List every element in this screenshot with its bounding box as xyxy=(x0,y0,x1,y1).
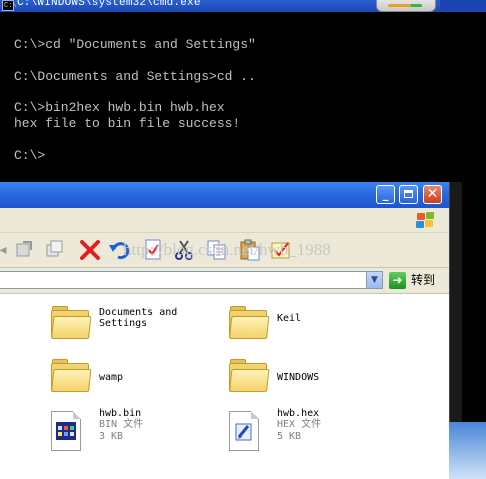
list-item[interactable]: hwb.hex HEX 文件 5 KB xyxy=(228,407,378,455)
item-type: BIN 文件 xyxy=(99,419,144,430)
bin-file-icon xyxy=(51,411,81,451)
folder-icon xyxy=(228,357,270,392)
undo-icon[interactable] xyxy=(108,239,130,261)
go-arrow-icon: ➜ xyxy=(389,272,406,289)
indicator-segment xyxy=(410,4,422,7)
taskbar-indicator xyxy=(376,0,436,12)
logo-pane xyxy=(426,212,434,219)
properties-icon[interactable] xyxy=(142,239,164,261)
folder-icon xyxy=(50,357,92,392)
hex-file-icon xyxy=(229,411,259,451)
chevron-down-icon: ▼ xyxy=(371,275,378,285)
console-line: C:\>bin2hex hwb.bin hwb.hex xyxy=(14,100,225,115)
item-name: WINDOWS xyxy=(277,372,320,383)
logo-pane xyxy=(425,220,433,227)
cmd-icon-label: C:\ xyxy=(4,2,17,10)
maximize-icon xyxy=(404,190,413,198)
address-bar: ▼ ➜ 转到 xyxy=(0,268,449,294)
menu-bar xyxy=(0,208,449,233)
desktop-wallpaper xyxy=(449,422,486,479)
item-type: HEX 文件 xyxy=(277,419,322,430)
list-item[interactable]: Documents and Settings xyxy=(50,304,200,344)
desktop-background xyxy=(449,182,486,479)
list-item[interactable]: WINDOWS xyxy=(228,357,348,397)
cmd-title-bar[interactable]: C:\ C:\WINDOWS\system32\cmd.exe xyxy=(0,0,486,12)
indicator-segment xyxy=(388,4,410,7)
close-button[interactable]: ✕ xyxy=(423,185,442,204)
go-button[interactable]: ➜ 转到 xyxy=(389,271,441,290)
item-name: hwb.hex xyxy=(277,408,320,419)
console-line: hex file to bin file success! xyxy=(14,116,241,131)
cut-icon[interactable] xyxy=(173,239,195,261)
paste-icon[interactable] xyxy=(239,239,261,261)
minimize-button[interactable]: _ xyxy=(376,185,395,204)
cmd-icon[interactable]: C:\ xyxy=(2,0,17,11)
maximize-button[interactable] xyxy=(399,185,418,204)
back-arrow-icon[interactable]: ◂ xyxy=(0,239,14,261)
console-line: C:\>cd "Documents and Settings" xyxy=(14,37,256,52)
cmd-window-title: C:\WINDOWS\system32\cmd.exe xyxy=(17,0,201,9)
copy-icon[interactable] xyxy=(206,239,228,261)
cmd-console[interactable]: C:\>cd "Documents and Settings" C:\Docum… xyxy=(0,12,486,182)
cmd-title-bar-end xyxy=(440,0,486,12)
folder-icon xyxy=(50,304,92,339)
go-label: 转到 xyxy=(411,273,436,287)
item-size: 5 KB xyxy=(277,431,302,442)
check-icon[interactable] xyxy=(270,239,292,261)
windows-logo-icon xyxy=(415,211,435,229)
list-item[interactable]: hwb.bin BIN 文件 3 KB xyxy=(50,407,200,455)
item-size: 3 KB xyxy=(99,431,124,442)
address-dropdown-button[interactable]: ▼ xyxy=(366,271,383,289)
list-item[interactable]: wamp xyxy=(50,357,170,397)
explorer-window: _ ✕ ◂ http://blog.csdn.net/hwb_1988 ▼ ➜ … xyxy=(0,182,449,479)
logo-pane xyxy=(417,213,425,220)
file-list: Documents and Settings Keil wamp WINDOWS… xyxy=(0,294,449,479)
delete-icon[interactable] xyxy=(79,239,101,261)
item-name: wamp xyxy=(99,372,124,383)
copy-to-icon[interactable] xyxy=(44,239,66,261)
logo-pane xyxy=(416,221,424,228)
console-line: C:\Documents and Settings>cd .. xyxy=(14,69,256,84)
item-name: hwb.bin xyxy=(99,408,142,419)
move-to-icon[interactable] xyxy=(14,239,36,261)
item-name: Documents and Settings xyxy=(99,307,178,329)
folder-icon xyxy=(228,304,270,339)
console-line: C:\> xyxy=(14,148,46,163)
list-item[interactable]: Keil xyxy=(228,304,348,344)
address-input[interactable] xyxy=(0,271,383,289)
toolbar: ◂ http://blog.csdn.net/hwb_1988 xyxy=(0,233,449,268)
item-name: Keil xyxy=(277,313,302,324)
explorer-title-bar[interactable]: _ ✕ xyxy=(0,182,449,208)
